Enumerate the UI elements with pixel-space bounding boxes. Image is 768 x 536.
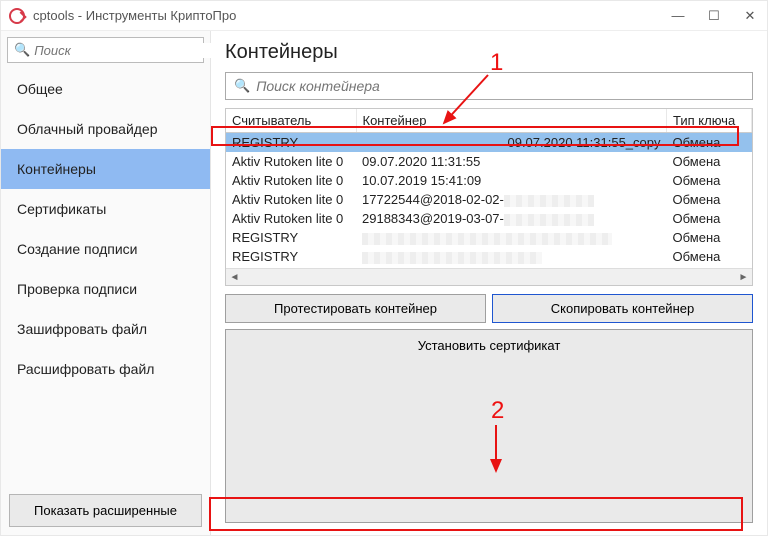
table-row[interactable]: REGISTRY Обмена [226,228,752,247]
search-icon: 🔍 [14,42,30,58]
cell-keytype: Обмена [667,228,752,247]
table-row[interactable]: Aktiv Rutoken lite 029188343@2019-03-07-… [226,209,752,228]
table-row[interactable]: Aktiv Rutoken lite 009.07.2020 11:31:55О… [226,152,752,171]
cell-container: 09.07.2020 11:31:55_copy [356,133,667,153]
sidebar-item-7[interactable]: Расшифровать файл [1,349,210,389]
copy-container-button[interactable]: Скопировать контейнер [492,294,753,323]
minimize-icon[interactable]: — [669,8,687,24]
cell-container: 10.07.2019 15:41:09 [356,171,667,190]
test-container-button[interactable]: Протестировать контейнер [225,294,486,323]
horizontal-scrollbar[interactable]: ◄ ► [226,268,752,285]
cell-reader: REGISTRY [226,247,356,266]
sidebar-search[interactable]: 🔍 [7,37,204,63]
window-controls: — ☐ ✕ [669,8,759,24]
col-reader[interactable]: Считыватель [226,109,356,133]
scroll-right-icon[interactable]: ► [735,269,752,286]
table-row[interactable]: Aktiv Rutoken lite 010.07.2019 15:41:09О… [226,171,752,190]
cell-reader: REGISTRY [226,133,356,153]
cell-keytype: Обмена [667,209,752,228]
window-title: cptools - Инструменты КриптоПро [33,8,669,23]
cell-reader: Aktiv Rutoken lite 0 [226,152,356,171]
cell-container: 17722544@2018-02-02- [356,190,667,209]
container-search-input[interactable] [256,78,744,94]
col-container[interactable]: Контейнер [356,109,667,133]
cell-container [356,228,667,247]
cell-container: 29188343@2019-03-07- [356,209,667,228]
scroll-left-icon[interactable]: ◄ [226,269,243,286]
cell-container: 09.07.2020 11:31:55 [356,152,667,171]
sidebar-item-3[interactable]: Сертификаты [1,189,210,229]
content: Контейнеры 🔍 Считыватель Контейнер Тип к… [211,31,767,535]
install-certificate-button[interactable]: Установить сертификат [225,329,753,523]
sidebar-item-0[interactable]: Общее [1,69,210,109]
sidebar-item-2[interactable]: Контейнеры [1,149,210,189]
table-row[interactable]: REGISTRY Обмена [226,247,752,266]
app-icon [9,8,25,24]
cell-keytype: Обмена [667,190,752,209]
page-title: Контейнеры [225,41,753,64]
col-keytype[interactable]: Тип ключа [667,109,752,133]
buttons-row: Протестировать контейнер Скопировать кон… [225,294,753,323]
cell-reader: Aktiv Rutoken lite 0 [226,171,356,190]
containers-table: Считыватель Контейнер Тип ключа REGISTRY… [225,108,753,286]
table: Считыватель Контейнер Тип ключа REGISTRY… [226,109,752,266]
nav: ОбщееОблачный провайдерКонтейнерыСертифи… [1,69,210,486]
cell-keytype: Обмена [667,171,752,190]
cell-container [356,247,667,266]
close-icon[interactable]: ✕ [741,8,759,24]
sidebar-item-1[interactable]: Облачный провайдер [1,109,210,149]
sidebar-item-5[interactable]: Проверка подписи [1,269,210,309]
cell-reader: Aktiv Rutoken lite 0 [226,209,356,228]
sidebar: 🔍 ОбщееОблачный провайдерКонтейнерыСерти… [1,31,211,535]
cell-keytype: Обмена [667,152,752,171]
main-layout: 🔍 ОбщееОблачный провайдерКонтейнерыСерти… [1,31,767,535]
sidebar-item-4[interactable]: Создание подписи [1,229,210,269]
cell-reader: Aktiv Rutoken lite 0 [226,190,356,209]
sidebar-search-input[interactable] [34,43,212,58]
titlebar: cptools - Инструменты КриптоПро — ☐ ✕ [1,1,767,31]
show-advanced-button[interactable]: Показать расширенные [9,494,202,527]
table-row[interactable]: REGISTRY09.07.2020 11:31:55_copyОбмена [226,133,752,153]
cell-keytype: Обмена [667,247,752,266]
table-row[interactable]: Aktiv Rutoken lite 017722544@2018-02-02-… [226,190,752,209]
maximize-icon[interactable]: ☐ [705,8,723,24]
container-search[interactable]: 🔍 [225,72,753,100]
cell-reader: REGISTRY [226,228,356,247]
sidebar-item-6[interactable]: Зашифровать файл [1,309,210,349]
search-icon: 🔍 [234,78,250,94]
cell-keytype: Обмена [667,133,752,153]
